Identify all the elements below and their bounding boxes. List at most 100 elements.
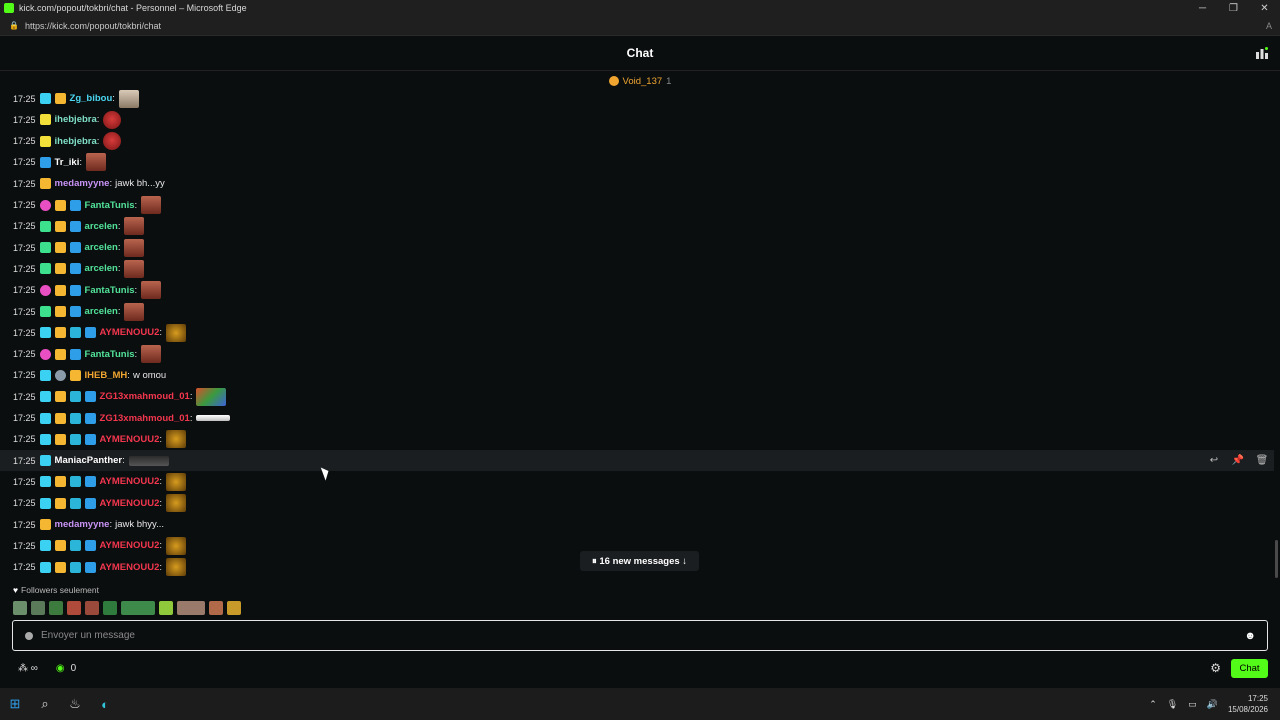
- user-badge-icon[interactable]: [69, 561, 81, 573]
- message-emote[interactable]: [196, 387, 227, 406]
- user-badge-icon[interactable]: [69, 327, 81, 339]
- url-text[interactable]: https://kick.com/popout/tokbri/chat: [25, 21, 161, 31]
- user-badge-icon[interactable]: [84, 412, 96, 424]
- emote-8[interactable]: [159, 601, 173, 615]
- user-badge-icon[interactable]: [84, 476, 96, 488]
- user-badge-icon[interactable]: [54, 220, 66, 232]
- emote-7[interactable]: [121, 601, 155, 615]
- user-badge-icon[interactable]: [39, 391, 51, 403]
- message-username[interactable]: AYMENOUU2: [100, 476, 160, 487]
- user-badge-icon[interactable]: [39, 348, 51, 360]
- message-username[interactable]: ZG13xmahmoud_01: [100, 413, 190, 424]
- emote-6[interactable]: [103, 601, 117, 615]
- search-icon[interactable]: ⌕: [30, 688, 60, 720]
- message-username[interactable]: FantaTunis: [85, 285, 135, 296]
- chat-message[interactable]: 17:25 arcelen:: [0, 258, 1274, 279]
- trash-icon[interactable]: 🗑: [1250, 455, 1274, 466]
- user-badge-icon[interactable]: [39, 178, 51, 190]
- message-username[interactable]: Tr_iki: [55, 157, 80, 168]
- chat-message[interactable]: 17:25 AYMENOUU2:: [0, 493, 1274, 514]
- chat-message[interactable]: 17:25 AYMENOUU2:: [0, 429, 1274, 450]
- lock-icon[interactable]: 🔒: [9, 21, 19, 30]
- user-badge-icon[interactable]: [54, 433, 66, 445]
- points-counter[interactable]: ◉ 0: [56, 663, 76, 674]
- user-badge-icon[interactable]: [54, 199, 66, 211]
- chat-message[interactable]: 17:25 IHEB_MH: w omou: [0, 365, 1274, 386]
- infinity-icon[interactable]: ⁂ ∞: [18, 663, 38, 674]
- user-badge-icon[interactable]: [69, 540, 81, 552]
- user-badge-icon[interactable]: [54, 263, 66, 275]
- user-badge-icon[interactable]: [69, 369, 81, 381]
- user-badge-icon[interactable]: [69, 433, 81, 445]
- message-username[interactable]: FantaTunis: [85, 200, 135, 211]
- user-badge-icon[interactable]: [54, 476, 66, 488]
- user-badge-icon[interactable]: [54, 540, 66, 552]
- emote-3[interactable]: [49, 601, 63, 615]
- user-badge-icon[interactable]: [69, 497, 81, 509]
- chat-message[interactable]: 17:25 FantaTunis:: [0, 280, 1274, 301]
- message-emote[interactable]: [124, 238, 145, 257]
- recent-emotes[interactable]: [13, 600, 245, 616]
- message-emote[interactable]: [124, 259, 145, 278]
- minimize-icon[interactable]: ─: [1187, 3, 1218, 14]
- message-username[interactable]: medamyyne: [55, 178, 110, 189]
- chat-messages[interactable]: 17:25 Zg_bibou: 17:25 ihebjebra: 17:25 ihebje…: [0, 88, 1280, 578]
- chat-message[interactable]: 17:25 arcelen:: [0, 216, 1274, 237]
- chat-message[interactable]: 17:25 AYMENOUU2:: [0, 322, 1274, 343]
- user-badge-icon[interactable]: [39, 519, 51, 530]
- network-icon[interactable]: ▭: [1188, 699, 1197, 710]
- microphone-icon[interactable]: 🎙: [1167, 699, 1178, 710]
- user-badge-icon[interactable]: [39, 476, 51, 488]
- chat-message[interactable]: 17:25 ZG13xmahmoud_01:: [0, 408, 1274, 429]
- user-badge-icon[interactable]: [54, 561, 66, 573]
- user-badge-icon[interactable]: [39, 497, 51, 509]
- volume-icon[interactable]: 🔊: [1207, 699, 1218, 710]
- pin-icon[interactable]: 📌: [1226, 455, 1250, 466]
- message-username[interactable]: FantaTunis: [85, 349, 135, 360]
- user-badge-icon[interactable]: [54, 327, 66, 339]
- user-badge-icon[interactable]: [39, 135, 51, 147]
- message-emote[interactable]: [141, 196, 162, 214]
- chat-message[interactable]: 17:25 Tr_iki:: [0, 152, 1274, 173]
- send-chat-button[interactable]: Chat: [1231, 658, 1268, 678]
- reply-icon[interactable]: ↩: [1202, 455, 1226, 466]
- emote-5[interactable]: [85, 601, 99, 615]
- message-emote[interactable]: [124, 217, 145, 236]
- message-emote[interactable]: [166, 323, 187, 342]
- message-emote[interactable]: [128, 455, 169, 466]
- user-badge-icon[interactable]: [39, 327, 51, 339]
- message-username[interactable]: ZG13xmahmoud_01: [100, 391, 190, 402]
- chat-message[interactable]: 17:25 arcelen:: [0, 301, 1274, 322]
- user-badge-icon[interactable]: [84, 391, 96, 403]
- emote-10[interactable]: [209, 601, 223, 615]
- user-badge-icon[interactable]: [54, 93, 66, 104]
- chat-message[interactable]: 17:25 FantaTunis:: [0, 344, 1274, 365]
- user-badge-icon[interactable]: [69, 348, 81, 360]
- user-badge-icon[interactable]: [69, 220, 81, 232]
- user-badge-icon[interactable]: [39, 220, 51, 232]
- user-badge-icon[interactable]: [84, 497, 96, 509]
- user-badge-icon[interactable]: [54, 412, 66, 424]
- user-badge-icon[interactable]: [69, 391, 81, 403]
- emote-11[interactable]: [227, 601, 241, 615]
- message-username[interactable]: arcelen: [85, 221, 118, 232]
- chat-message[interactable]: 17:25 medamyyne: jawk bh...yy: [0, 173, 1274, 194]
- user-badge-icon[interactable]: [39, 263, 51, 275]
- chat-message[interactable]: 17:25 medamyyne: jawk bhyy...: [0, 514, 1274, 535]
- user-badge-icon[interactable]: [69, 412, 81, 424]
- read-aloud-icon[interactable]: A: [1266, 21, 1272, 31]
- message-emote[interactable]: [166, 494, 187, 513]
- user-badge-icon[interactable]: [39, 284, 51, 296]
- message-username[interactable]: AYMENOUU2: [100, 327, 160, 338]
- chat-message[interactable]: 17:25 arcelen:: [0, 237, 1274, 258]
- message-username[interactable]: ihebjebra: [55, 114, 97, 125]
- user-badge-icon[interactable]: [54, 306, 66, 317]
- user-badge-icon[interactable]: [39, 433, 51, 445]
- user-badge-icon[interactable]: [69, 263, 81, 275]
- emote-2[interactable]: [31, 601, 45, 615]
- message-input[interactable]: [41, 630, 1245, 641]
- user-badge-icon[interactable]: [39, 199, 51, 211]
- user-badge-icon[interactable]: [39, 412, 51, 424]
- emote-9[interactable]: [177, 601, 205, 615]
- message-username[interactable]: ihebjebra: [55, 136, 97, 147]
